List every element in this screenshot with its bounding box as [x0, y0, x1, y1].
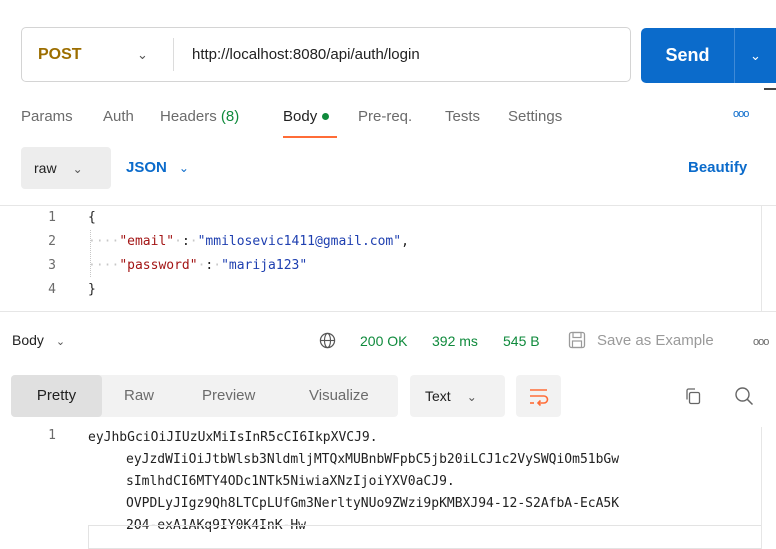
- method-select[interactable]: POST: [38, 28, 82, 81]
- code-text: {: [88, 210, 96, 225]
- divider: [173, 38, 174, 71]
- body-mode-select[interactable]: raw ⌄: [21, 147, 111, 189]
- request-body-editor[interactable]: 1 { 2 ····"email"·:·"mmilosevic1411@gmai…: [0, 205, 776, 312]
- tab-pretty[interactable]: Pretty: [11, 375, 102, 417]
- beautify-button[interactable]: Beautify: [688, 147, 747, 189]
- tab-label: Body: [283, 108, 318, 125]
- tab-pre-request[interactable]: Pre-req.: [358, 108, 412, 125]
- search-icon[interactable]: [734, 386, 754, 406]
- line-number: 3: [48, 258, 56, 273]
- chevron-down-icon: ⌄: [72, 162, 83, 176]
- json-comma: ,: [401, 234, 409, 249]
- code-text: ····"email"·:·"mmilosevic1411@gmail.com"…: [88, 234, 409, 249]
- body-indicator-dot: [322, 112, 330, 120]
- tab-headers[interactable]: Headers (8): [160, 108, 239, 125]
- tab-visualize[interactable]: Visualize: [309, 375, 369, 417]
- line-number: 2: [48, 234, 56, 249]
- status-code[interactable]: 200 OK: [360, 333, 407, 349]
- response-size[interactable]: 545 B: [503, 333, 540, 349]
- resize-handle[interactable]: [764, 88, 776, 90]
- json-value: "mmilosevic1411@gmail.com": [197, 234, 402, 249]
- response-line: sImlhdCI6MTY4ODc1NTk5NiwiaXNzIjoiYXV0aCJ…: [126, 474, 455, 489]
- tab-label: Pre-req.: [358, 108, 413, 125]
- wrap-lines-icon: [530, 389, 549, 407]
- response-line: OVPDLyJIgz9Qh8LTCpLUfGm3NerltyNUo9ZWzi9p…: [126, 496, 620, 511]
- body-format-select[interactable]: JSON ⌄: [126, 147, 189, 189]
- copy-icon[interactable]: [684, 387, 702, 405]
- tab-settings[interactable]: Settings: [508, 108, 562, 125]
- response-body-select[interactable]: Body ⌄: [12, 332, 65, 348]
- active-tab-underline: [283, 136, 337, 138]
- tab-label: Tests: [445, 108, 481, 125]
- json-value: "marija123": [221, 258, 308, 273]
- globe-icon[interactable]: [319, 332, 336, 349]
- code-text: }: [88, 282, 96, 297]
- tab-label: Headers: [160, 108, 217, 125]
- more-options-icon[interactable]: ooo: [753, 336, 769, 348]
- response-time[interactable]: 392 ms: [432, 333, 478, 349]
- tab-label: Auth: [103, 108, 134, 125]
- save-icon[interactable]: [568, 331, 586, 349]
- line-number: 1: [48, 428, 56, 443]
- response-format-label: Text: [425, 388, 451, 404]
- send-options-chevron-icon[interactable]: ⌄: [734, 28, 776, 83]
- response-scrollbar[interactable]: [761, 427, 776, 549]
- tab-params[interactable]: Params: [21, 108, 73, 125]
- tab-label: Settings: [508, 108, 563, 125]
- chevron-down-icon: ⌄: [466, 390, 477, 404]
- editor-scrollbar[interactable]: [761, 206, 776, 312]
- line-number: 1: [48, 210, 56, 225]
- response-line: eyJhbGciOiJIUzUxMiIsInR5cCI6IkpXVCJ9.: [88, 430, 378, 445]
- tab-auth[interactable]: Auth: [103, 108, 134, 125]
- response-body[interactable]: eyJhbGciOiJIUzUxMiIsInR5cCI6IkpXVCJ9. ey…: [88, 427, 619, 537]
- tab-label: Params: [21, 108, 73, 125]
- headers-count: (8): [220, 108, 240, 125]
- active-line-highlight: [88, 525, 762, 549]
- tab-tests[interactable]: Tests: [445, 108, 480, 125]
- tab-preview[interactable]: Preview: [202, 375, 255, 417]
- body-format-label: JSON: [126, 159, 167, 176]
- json-key: "email": [119, 234, 175, 249]
- wrap-lines-button[interactable]: [516, 375, 561, 417]
- chevron-down-icon: ⌄: [55, 336, 66, 348]
- json-key: "password": [119, 258, 198, 273]
- chevron-down-icon[interactable]: ⌄: [137, 28, 148, 81]
- send-button[interactable]: Send: [641, 28, 734, 83]
- url-bar: POST ⌄ http://localhost:8080/api/auth/lo…: [21, 27, 631, 82]
- code-text: ····"password"·:·"marija123": [88, 258, 308, 273]
- body-mode-label: raw: [34, 160, 57, 176]
- response-body-label: Body: [12, 332, 44, 348]
- response-format-select[interactable]: Text ⌄: [410, 375, 505, 417]
- save-as-example-button[interactable]: Save as Example: [597, 332, 714, 349]
- response-line: eyJzdWIiOiJtbWlsb3NldmljMTQxMUBnbWFpbC5j…: [126, 452, 620, 467]
- chevron-down-icon: ⌄: [178, 161, 189, 175]
- tab-body[interactable]: Body: [283, 108, 330, 125]
- more-options-icon[interactable]: ooo: [733, 108, 749, 120]
- tab-raw[interactable]: Raw: [124, 375, 154, 417]
- divider: [0, 311, 776, 312]
- line-number: 4: [48, 282, 56, 297]
- url-input[interactable]: http://localhost:8080/api/auth/login: [192, 28, 420, 81]
